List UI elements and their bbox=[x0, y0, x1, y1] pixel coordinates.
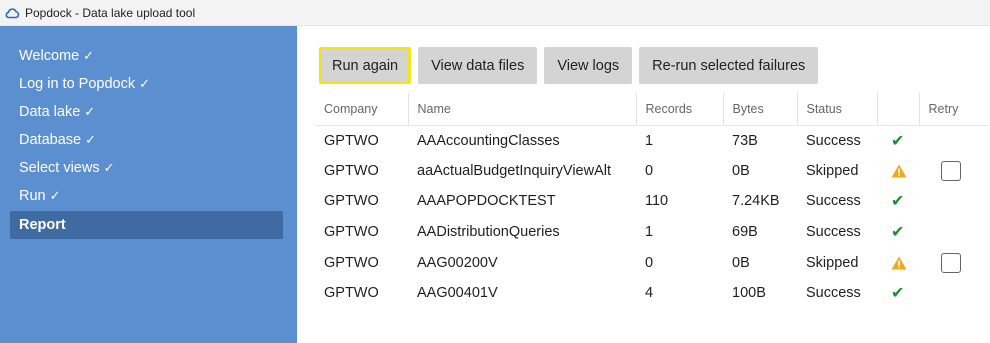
table-header-row: Company Name Records Bytes Status Retry bbox=[315, 93, 989, 126]
checkmark-icon: ✓ bbox=[49, 188, 61, 203]
cell-status: Skipped bbox=[806, 162, 859, 179]
cell-status: Success bbox=[806, 224, 861, 241]
cloud-icon bbox=[4, 5, 20, 21]
sidebar-item-label: Log in to Popdock bbox=[19, 76, 136, 92]
sidebar-item-label: Select views bbox=[19, 160, 100, 176]
header-name: Name bbox=[408, 93, 637, 126]
cell-name: AAG00200V bbox=[417, 254, 498, 271]
sidebar-item-label: Welcome bbox=[19, 48, 80, 64]
retry-checkbox[interactable] bbox=[941, 160, 961, 181]
cell-retry bbox=[919, 125, 989, 156]
cell-company: GPTWO bbox=[324, 193, 379, 210]
table-row: GPTWO AADistributionQueries 1 69B Success ✔ bbox=[315, 217, 989, 248]
run-again-button[interactable]: Run again bbox=[319, 47, 412, 84]
cell-bytes: 0B bbox=[732, 254, 750, 271]
view-data-files-button[interactable]: View data files bbox=[418, 47, 538, 84]
table-row: GPTWO AAG00200V 0 0B Skipped bbox=[315, 247, 989, 278]
cell-bytes: 73B bbox=[732, 132, 758, 149]
check-icon: ✔ bbox=[891, 224, 905, 242]
cell-status: Success bbox=[806, 285, 861, 302]
cell-bytes: 69B bbox=[732, 224, 758, 241]
cell-records: 0 bbox=[645, 254, 654, 271]
title-bar: Popdock - Data lake upload tool bbox=[0, 0, 990, 26]
cell-bytes: 0B bbox=[732, 162, 750, 179]
cell-company: GPTWO bbox=[324, 162, 379, 179]
header-records: Records bbox=[636, 93, 724, 126]
check-icon: ✔ bbox=[891, 285, 905, 303]
header-status: Status bbox=[797, 93, 878, 126]
sidebar-item-welcome[interactable]: Welcome ✓ bbox=[10, 42, 283, 70]
cell-status-icon: ✔ bbox=[877, 278, 919, 309]
cell-records: 4 bbox=[645, 285, 654, 302]
window-title: Popdock - Data lake upload tool bbox=[25, 5, 196, 20]
check-icon: ✔ bbox=[891, 132, 905, 150]
cell-status-icon bbox=[877, 247, 919, 278]
cell-status-icon: ✔ bbox=[877, 125, 919, 156]
cell-records: 1 bbox=[645, 132, 654, 149]
toolbar: Run again View data files View logs Re-r… bbox=[319, 47, 819, 84]
cell-company: GPTWO bbox=[324, 132, 379, 149]
cell-company: GPTWO bbox=[324, 224, 379, 241]
cell-records: 0 bbox=[645, 162, 654, 179]
report-table: Company Name Records Bytes Status Retry … bbox=[315, 93, 989, 309]
cell-company: GPTWO bbox=[324, 254, 379, 271]
cell-status: Success bbox=[806, 193, 861, 210]
retry-checkbox[interactable] bbox=[941, 252, 961, 273]
header-bytes: Bytes bbox=[723, 93, 798, 126]
cell-retry bbox=[919, 278, 989, 309]
table-row: GPTWO aaActualBudgetInquiryViewAlt 0 0B Skip… bbox=[315, 156, 989, 187]
sidebar-item-report[interactable]: Report bbox=[10, 211, 283, 239]
checkmark-icon: ✓ bbox=[103, 160, 115, 175]
cell-retry bbox=[919, 217, 989, 248]
table-row: GPTWO AAAPOPDOCKTEST 110 7.24KB Success ✔ bbox=[315, 186, 989, 217]
cell-status-icon: ✔ bbox=[877, 217, 919, 248]
sidebar-item-select-views[interactable]: Select views ✓ bbox=[10, 154, 283, 182]
checkmark-icon: ✓ bbox=[83, 48, 95, 63]
header-retry: Retry bbox=[919, 93, 989, 126]
warning-icon bbox=[891, 256, 907, 270]
cell-bytes: 7.24KB bbox=[732, 193, 780, 210]
table-row: GPTWO AAAccountingClasses 1 73B Success ✔ bbox=[315, 125, 989, 156]
cell-company: GPTWO bbox=[324, 285, 379, 302]
cell-bytes: 100B bbox=[732, 285, 766, 302]
header-company: Company bbox=[315, 93, 409, 126]
cell-name: AAAccountingClasses bbox=[417, 132, 560, 149]
sidebar-item-log-in-to-popdock[interactable]: Log in to Popdock ✓ bbox=[10, 70, 283, 98]
cell-name: AAAPOPDOCKTEST bbox=[417, 193, 556, 210]
sidebar-item-label: Run bbox=[19, 188, 46, 204]
main-content: Run again View data files View logs Re-r… bbox=[297, 26, 990, 343]
sidebar-item-label: Database bbox=[19, 132, 82, 148]
table-row: GPTWO AAG00401V 4 100B Success ✔ bbox=[315, 278, 989, 309]
cell-status: Success bbox=[806, 132, 861, 149]
cell-status-icon: ✔ bbox=[877, 186, 919, 217]
cell-name: AAG00401V bbox=[417, 285, 498, 302]
sidebar-item-label: Data lake bbox=[19, 104, 81, 120]
header-status-icon bbox=[877, 93, 920, 126]
view-logs-button[interactable]: View logs bbox=[544, 47, 633, 84]
cell-status-icon bbox=[877, 156, 919, 187]
warning-icon bbox=[891, 164, 907, 178]
checkmark-icon: ✓ bbox=[139, 76, 150, 91]
checkmark-icon: ✓ bbox=[85, 132, 96, 147]
cell-records: 1 bbox=[645, 224, 654, 241]
cell-name: aaActualBudgetInquiryViewAlt bbox=[417, 162, 611, 179]
sidebar-item-label: Report bbox=[19, 217, 66, 233]
cell-status: Skipped bbox=[806, 254, 859, 271]
cell-retry bbox=[919, 186, 989, 217]
cell-retry bbox=[919, 156, 989, 187]
sidebar-item-database[interactable]: Database ✓ bbox=[10, 126, 283, 154]
sidebar-item-run[interactable]: Run ✓ bbox=[10, 182, 283, 210]
sidebar: Welcome ✓ Log in to Popdock ✓ Data lake ✓ Data… bbox=[0, 26, 297, 343]
checkmark-icon: ✓ bbox=[84, 104, 96, 119]
sidebar-item-data-lake[interactable]: Data lake ✓ bbox=[10, 98, 283, 126]
rerun-selected-failures-button[interactable]: Re-run selected failures bbox=[639, 47, 819, 84]
cell-retry bbox=[919, 247, 989, 278]
cell-records: 110 bbox=[645, 193, 669, 210]
check-icon: ✔ bbox=[891, 193, 905, 211]
cell-name: AADistributionQueries bbox=[417, 224, 560, 241]
